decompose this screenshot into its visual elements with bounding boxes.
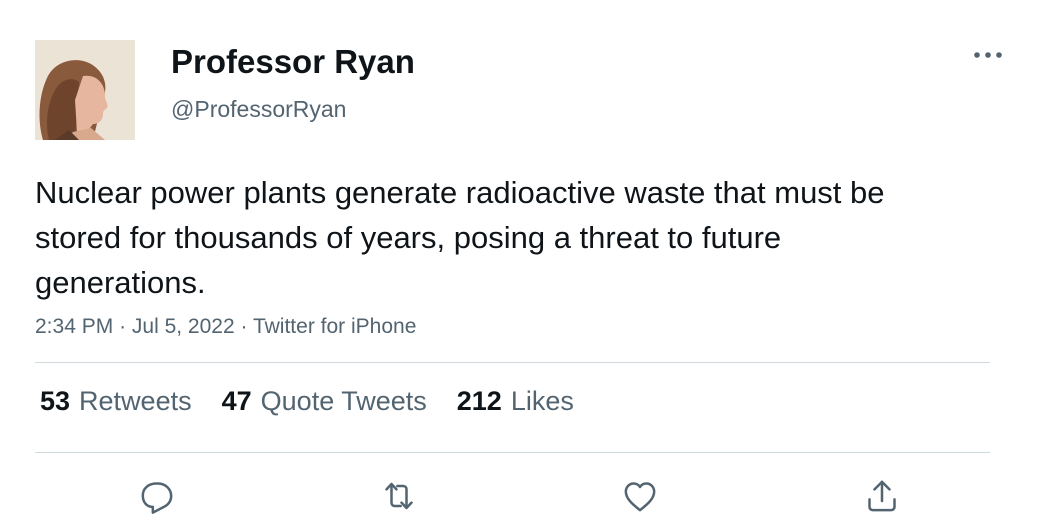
likes-label: Likes (510, 386, 574, 416)
likes-stat[interactable]: 212 Likes (457, 386, 574, 417)
retweet-button[interactable] (377, 474, 421, 518)
meta-separator: · (119, 315, 127, 338)
retweets-stat[interactable]: 53 Retweets (40, 386, 192, 417)
tweet-stats: 53 Retweets 47 Quote Tweets 212 Likes (40, 386, 574, 417)
likes-count: 212 (456, 386, 502, 416)
avatar[interactable] (35, 40, 135, 140)
tweet-card: Professor Ryan @ProfessorRyan Nuclear po… (0, 0, 1050, 525)
tweet-date[interactable]: Jul 5, 2022 (132, 315, 235, 338)
divider (35, 452, 990, 453)
quote-tweets-count: 47 (221, 386, 252, 416)
tweet-text: Nuclear power plants generate radioactiv… (35, 175, 885, 300)
tweet-source[interactable]: Twitter for iPhone (253, 315, 416, 338)
reply-icon (141, 482, 173, 514)
reply-button[interactable] (135, 474, 179, 518)
divider (35, 362, 990, 363)
author-handle[interactable]: @ProfessorRyan (171, 96, 346, 123)
profile-photo-icon (35, 40, 135, 140)
quote-tweets-label: Quote Tweets (260, 386, 427, 416)
tweet-meta: 2:34 PM · Jul 5, 2022 · Twitter for iPho… (35, 315, 416, 339)
retweets-count: 53 (40, 386, 71, 416)
more-options-button[interactable] (965, 40, 1010, 70)
tweet-time[interactable]: 2:34 PM (35, 315, 113, 338)
quote-tweets-stat[interactable]: 47 Quote Tweets (222, 386, 427, 417)
retweets-label: Retweets (79, 386, 192, 416)
share-icon (868, 480, 896, 512)
share-button[interactable] (860, 474, 904, 518)
like-button[interactable] (618, 474, 662, 518)
more-dots-icon (973, 52, 1002, 58)
retweet-icon (385, 482, 413, 510)
heart-icon (624, 482, 656, 512)
author-display-name[interactable]: Professor Ryan (171, 43, 415, 81)
meta-separator: · (240, 315, 248, 338)
